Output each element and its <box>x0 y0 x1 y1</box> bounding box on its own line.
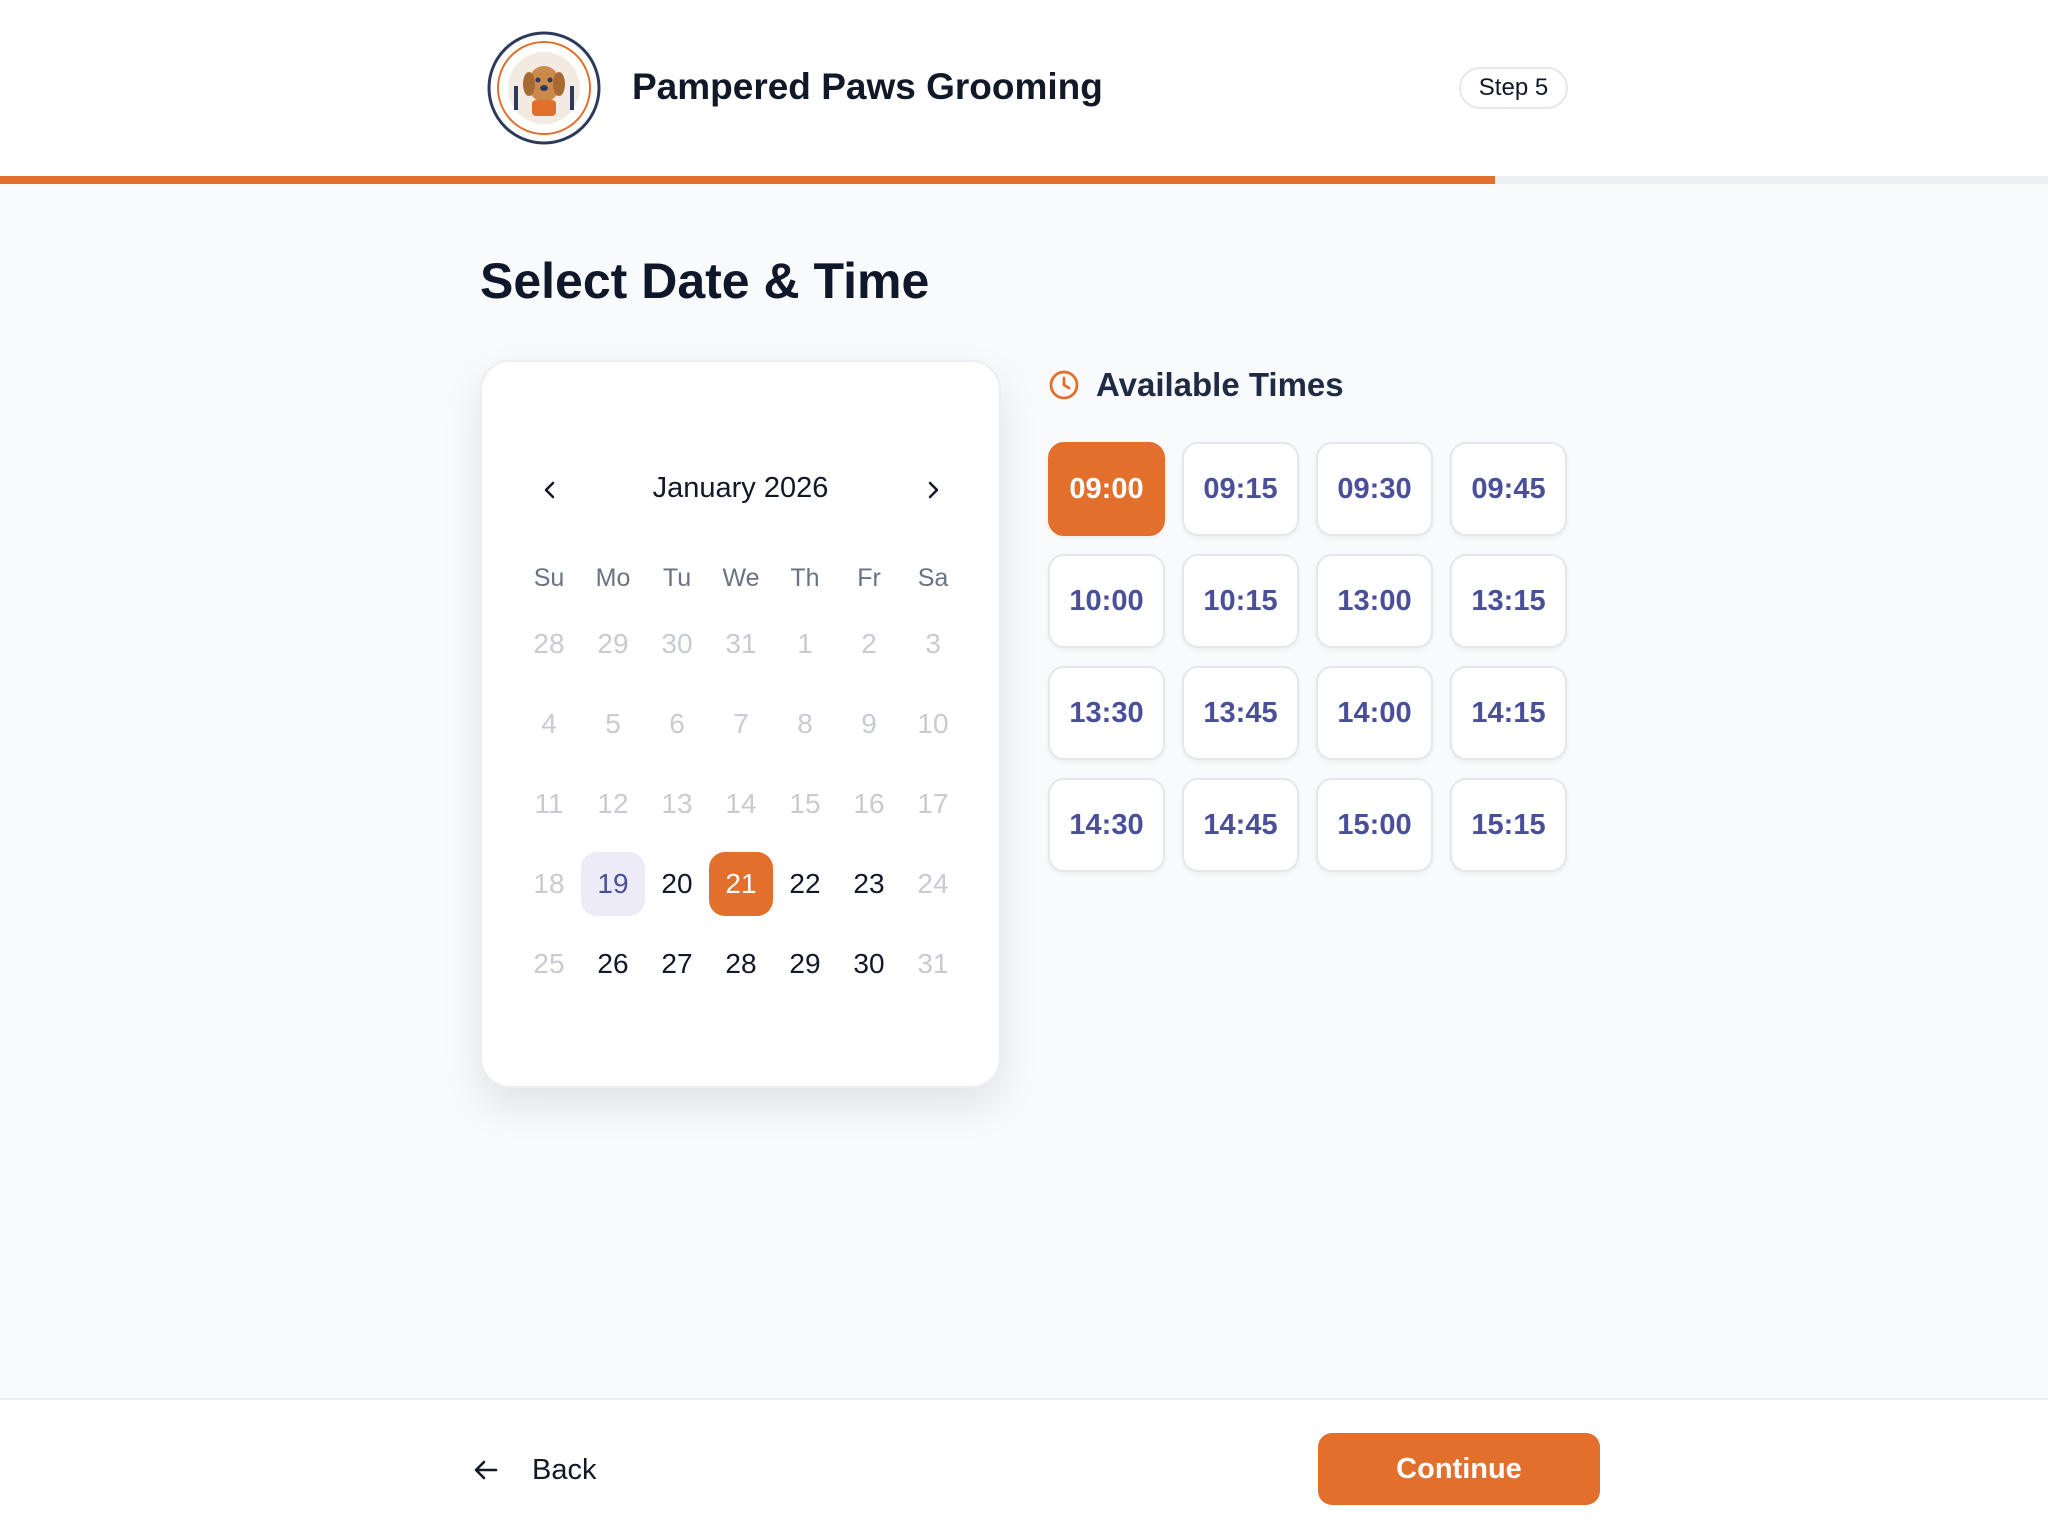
time-slot[interactable]: 14:00 <box>1316 666 1433 760</box>
back-label: Back <box>532 1453 597 1486</box>
calendar-day-disabled: 9 <box>861 708 877 739</box>
calendar-day-today[interactable]: 19 <box>581 852 645 916</box>
continue-button[interactable]: Continue <box>1318 1433 1600 1505</box>
calendar-day-disabled: 6 <box>669 708 685 739</box>
time-slot[interactable]: 15:15 <box>1450 778 1567 872</box>
calendar-day-disabled: 15 <box>789 788 821 819</box>
calendar-day-disabled: 10 <box>917 708 949 739</box>
next-month-button[interactable] <box>905 462 961 518</box>
calendar-day-disabled: 29 <box>597 628 629 659</box>
step-badge: Step 5 <box>1459 67 1568 109</box>
chevron-right-icon <box>928 481 939 499</box>
calendar-day-disabled: 17 <box>917 788 949 819</box>
brand-name: Pampered Paws Grooming <box>632 66 1103 107</box>
brand-logo <box>487 31 601 145</box>
calendar-week: 4 5 6 7 8 9 10 <box>517 684 965 764</box>
time-slot[interactable]: 14:15 <box>1450 666 1567 760</box>
calendar-day-disabled: 28 <box>533 628 565 659</box>
weekday-label: Su <box>533 563 565 592</box>
calendar-day[interactable]: 27 <box>645 932 709 996</box>
time-slot[interactable]: 14:45 <box>1182 778 1299 872</box>
available-times-header: Available Times <box>1048 366 1344 404</box>
calendar-day-disabled: 3 <box>925 628 941 659</box>
calendar-day-disabled: 14 <box>725 788 757 819</box>
weekday-label: Tu <box>662 563 692 592</box>
calendar-day[interactable]: 29 <box>773 932 837 996</box>
page-title: Select Date & Time <box>480 253 930 309</box>
time-slot[interactable]: 14:30 <box>1048 778 1165 872</box>
calendar-day-disabled: 30 <box>661 628 693 659</box>
calendar-day-disabled: 18 <box>533 868 565 899</box>
time-slot[interactable]: 09:15 <box>1182 442 1299 536</box>
calendar-day[interactable]: 28 <box>709 932 773 996</box>
calendar-day-disabled: 4 <box>541 708 557 739</box>
back-button[interactable]: Back <box>470 1442 596 1498</box>
calendar-day[interactable]: 26 <box>581 932 645 996</box>
calendar-day[interactable]: 22 <box>773 852 837 916</box>
time-slot[interactable]: 13:15 <box>1450 554 1567 648</box>
calendar-day-disabled: 25 <box>533 948 565 979</box>
time-slot[interactable]: 10:00 <box>1048 554 1165 648</box>
time-slot[interactable]: 09:45 <box>1450 442 1567 536</box>
calendar-day-disabled: 12 <box>597 788 629 819</box>
calendar-day[interactable]: 20 <box>645 852 709 916</box>
weekday-header: Su Mo Tu We Th Fr Sa <box>517 552 965 604</box>
calendar-week: 11 12 13 14 15 16 17 <box>517 764 965 844</box>
calendar-day-disabled: 8 <box>797 708 813 739</box>
weekday-label: Sa <box>917 563 949 592</box>
calendar-day-selected[interactable]: 21 <box>709 852 773 916</box>
calendar-week: 25 26 27 28 29 30 31 <box>517 924 965 1004</box>
progress-fill <box>0 176 1496 184</box>
calendar-day[interactable]: 30 <box>837 932 901 996</box>
calendar-day-disabled: 2 <box>861 628 877 659</box>
time-slot[interactable]: 13:30 <box>1048 666 1165 760</box>
calendar-day[interactable]: 23 <box>837 852 901 916</box>
time-slot[interactable]: 13:00 <box>1316 554 1433 648</box>
calendar-day-disabled: 16 <box>853 788 885 819</box>
footer: Back Continue <box>0 1398 2048 1536</box>
calendar-grid: Su Mo Tu We Th Fr Sa 28 29 30 31 1 2 3 4 5 6 7 8 9 10 11 12 13… <box>517 552 965 1004</box>
time-slot[interactable]: 13:45 <box>1182 666 1299 760</box>
calendar-day-disabled: 31 <box>917 948 949 979</box>
time-slot[interactable]: 10:15 <box>1182 554 1299 648</box>
weekday-label: Fr <box>857 563 881 592</box>
arrow-left-icon <box>474 1460 498 1480</box>
calendar-week: 18 19 20 21 22 23 24 <box>517 844 965 924</box>
weekday-label: We <box>722 563 760 592</box>
time-slot-grid: 09:00 09:15 09:30 09:45 10:00 10:15 13:00 13:15… <box>1048 442 1567 872</box>
calendar-day-disabled: 13 <box>661 788 693 819</box>
calendar: January 2026 Su Mo Tu We Th Fr Sa 28 29 30 31 1 2 3 4… <box>480 360 1001 1088</box>
calendar-day-disabled: 11 <box>534 788 564 819</box>
calendar-day-disabled: 7 <box>733 708 749 739</box>
calendar-day-disabled: 5 <box>605 708 621 739</box>
calendar-day-disabled: 1 <box>797 628 813 659</box>
calendar-day-disabled: 31 <box>725 628 757 659</box>
calendar-weeks: 28 29 30 31 1 2 3 4 5 6 7 8 9 10 11 12 13 14 15 16 17 18 19 20 2… <box>517 604 965 1004</box>
header: Pampered Paws Grooming Step 5 <box>0 0 2048 176</box>
clock-icon <box>1049 370 1079 400</box>
progress-bar <box>0 176 2048 184</box>
calendar-week: 28 29 30 31 1 2 3 <box>517 604 965 684</box>
time-slot[interactable]: 15:00 <box>1316 778 1433 872</box>
calendar-day-disabled: 24 <box>917 868 949 899</box>
time-slot-selected[interactable]: 09:00 <box>1048 442 1165 536</box>
weekday-label: Mo <box>595 563 631 592</box>
available-times-title: Available Times <box>1096 366 1344 403</box>
time-slot[interactable]: 09:30 <box>1316 442 1433 536</box>
weekday-label: Th <box>790 563 820 592</box>
